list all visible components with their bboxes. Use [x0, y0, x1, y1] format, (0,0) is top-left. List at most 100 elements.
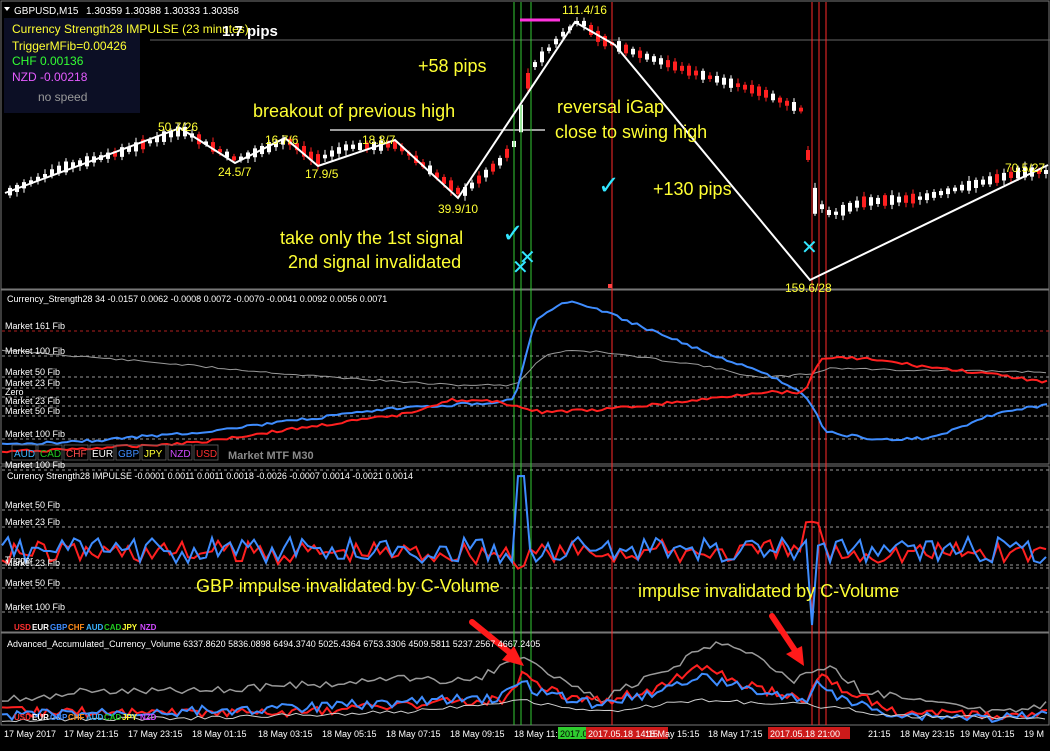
candle [827, 209, 831, 216]
candle [547, 47, 551, 51]
candle [659, 58, 663, 65]
take-first-annotation: take only the 1st signal [280, 228, 463, 248]
level-label: Market 100 Fib [5, 346, 65, 356]
time-axis-label: 17 May 21:15 [64, 729, 119, 739]
time-axis-label: 19 M [1024, 729, 1044, 739]
zigzag-label: 39.9/10 [438, 202, 478, 216]
zigzag-label: 17.9/5 [305, 167, 339, 181]
candle [554, 38, 558, 45]
candle [918, 196, 922, 200]
level-label: Market 23 Fib [5, 517, 60, 527]
mtf-label: Market MTF M30 [228, 450, 314, 462]
legend-gbp[interactable]: GBP [118, 449, 139, 460]
volume-legend-gbp: GBP [50, 713, 68, 722]
indicator-label: Currency Strength28 IMPULSE (23 minutes) [12, 22, 249, 36]
gbp-impulse-annotation: GBP impulse invalidated by C-Volume [196, 576, 500, 596]
mini-legend-eur: EUR [32, 623, 49, 632]
candle [785, 100, 789, 106]
candle [883, 195, 887, 206]
candle [715, 75, 719, 83]
mini-legend-nzd: NZD [140, 623, 157, 632]
candle [799, 107, 803, 112]
mini-legend-cad: CAD [104, 623, 122, 632]
time-axis-label: 17 May 23:15 [128, 729, 183, 739]
pips130-annotation: +130 pips [653, 179, 732, 199]
time-axis-label: 18 May 09:15 [450, 729, 505, 739]
legend-nzd[interactable]: NZD [170, 449, 191, 460]
candle [897, 196, 901, 203]
candle [631, 48, 635, 55]
chart-window[interactable]: GBPUSD,M15 1.30359 1.30388 1.30333 1.303… [0, 0, 1050, 746]
candle [694, 70, 698, 76]
time-axis-label: 18 May 15:15 [645, 729, 700, 739]
zigzag-label: 16.7/6 [265, 133, 299, 147]
time-axis-label: 21:15 [868, 729, 891, 739]
candle [470, 182, 474, 189]
candle [477, 175, 481, 184]
level-label: Market 50 Fib [5, 367, 60, 377]
candle [533, 62, 537, 68]
candle [540, 51, 544, 63]
candle [337, 147, 341, 154]
breakout-annotation: breakout of previous high [253, 101, 455, 121]
candle [351, 144, 355, 149]
candle [967, 180, 971, 191]
legend-usd[interactable]: USD [196, 449, 217, 460]
legend-eur[interactable]: EUR [92, 449, 113, 460]
candle [764, 89, 768, 98]
mini-legend-chf: CHF [68, 623, 85, 632]
candle [813, 187, 817, 214]
legend-jpy[interactable]: JPY [144, 449, 163, 460]
price-panel[interactable] [0, 0, 1050, 290]
level-label: Market 100 Fib [5, 602, 65, 612]
zigzag-label: 70.5/27 [1005, 161, 1045, 175]
time-axis-label: 18 May 05:15 [322, 729, 377, 739]
nzd-label: NZD -0.00218 [12, 70, 88, 84]
volume-legend-jpy: JPY [122, 713, 138, 722]
candle [974, 179, 978, 188]
candle [862, 196, 866, 208]
candle [932, 191, 936, 198]
volume-legend-nzd: NZD [140, 713, 157, 722]
candle [834, 211, 838, 215]
candle [561, 31, 565, 37]
zigzag-label: 159.6/28 [785, 281, 832, 295]
candle [323, 154, 327, 159]
reversal-annotation-2: close to swing high [555, 122, 707, 142]
candle [491, 163, 495, 172]
time-axis-label: 18 May 07:15 [386, 729, 441, 739]
level-label: Market 161 Fib [5, 321, 65, 331]
candle [995, 174, 999, 183]
ohlc-values: 1.30359 1.30388 1.30333 1.30358 [86, 6, 239, 17]
candle [953, 187, 957, 192]
legend-cad[interactable]: CAD [40, 449, 61, 460]
candle [232, 156, 236, 161]
candle [820, 204, 824, 210]
cross-icon: ✕ [512, 257, 529, 279]
candle [771, 93, 775, 101]
level-label: Market 23 Fib [5, 396, 60, 406]
window-title: GBPUSD,M15 [14, 6, 79, 17]
mini-legend-gbp: GBP [50, 623, 68, 632]
candle [925, 193, 929, 201]
level-label: Market 100 Fib [5, 429, 65, 439]
candle [505, 148, 509, 158]
time-axis-label: 17 May 2017 [4, 729, 56, 739]
level-label: Market 50 Fib [5, 578, 60, 588]
legend-aud[interactable]: AUD [14, 449, 35, 460]
candle [890, 195, 894, 205]
candle [652, 56, 656, 62]
legend-chf[interactable]: CHF [66, 449, 87, 460]
candle [757, 86, 761, 96]
candle [806, 150, 810, 160]
trigger-label: TriggerMFib=0.00426 [12, 39, 127, 53]
volume-legend-eur: EUR [32, 713, 49, 722]
candle [988, 176, 992, 185]
candle [316, 154, 320, 166]
candle [701, 70, 705, 80]
candle [778, 97, 782, 103]
candle [729, 78, 733, 88]
level-label: Market 50 Fib [5, 500, 60, 510]
candle [946, 188, 950, 195]
candle [624, 44, 628, 54]
